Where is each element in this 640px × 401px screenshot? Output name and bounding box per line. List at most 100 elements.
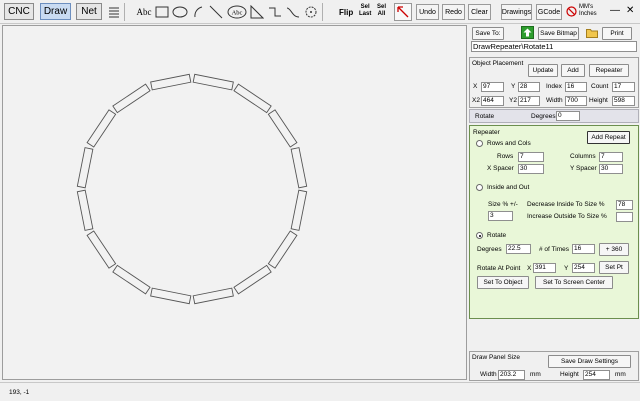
tab-cnc[interactable]: CNC [4,3,34,20]
rotate-radio[interactable] [476,232,483,239]
menu-list-icon[interactable] [106,4,122,20]
ring-segment[interactable] [150,287,192,305]
ring-segment[interactable] [76,189,94,231]
draw-panel-size-title: Draw Panel Size [472,354,521,361]
times-field[interactable]: 16 [572,244,595,254]
x2-field[interactable]: 464 [481,96,504,106]
units-toggle[interactable]: MM's Inches [566,3,604,21]
repeat-degrees-field[interactable]: 22.5 [506,244,531,254]
rows-field[interactable]: 7 [518,152,544,162]
increase-field[interactable] [616,212,633,222]
clear-button[interactable]: Clear [468,4,491,20]
folder-icon[interactable] [585,26,598,39]
ring-segment[interactable] [76,147,94,189]
rotate-at-point-label: Rotate At Point [477,265,521,272]
undo-button[interactable]: Undo [416,4,439,20]
tab-draw[interactable]: Draw [40,3,71,20]
set-to-screen-center-button[interactable]: Set To Screen Center [535,276,613,289]
object-placement-title: Object Placement [472,60,524,67]
inside-out-radio[interactable] [476,184,483,191]
x-field[interactable]: 97 [481,82,504,92]
drawing-name-field[interactable]: DrawRepeater\Rotate11 [471,41,637,52]
line-tool-icon[interactable] [208,4,224,20]
x-spacer-field[interactable]: 30 [518,164,544,174]
gear-tool-icon[interactable] [303,4,319,20]
y-spacer-field[interactable]: 30 [599,164,623,174]
rotate-y-field[interactable]: 254 [572,263,595,273]
count-field[interactable]: 17 [612,82,635,92]
add-repeat-button[interactable]: Add Repeat [587,131,630,144]
set-point-button[interactable]: Set Pt [599,261,629,274]
times-label: # of Times [539,246,569,253]
units-inches: Inches [579,11,597,17]
select-all-button[interactable]: Sel All [377,4,386,18]
text-tool-icon[interactable]: Abc [134,4,154,20]
panel-width-field[interactable]: 203.2 [498,370,525,380]
save-bitmap-button[interactable]: Save Bitmap [538,27,579,40]
flip-button[interactable]: Flip [339,8,353,17]
panel-height-label: Height [560,371,579,378]
degrees-field[interactable]: 0 [556,111,580,121]
panel-height-unit: mm [615,371,626,378]
ring-segment[interactable] [233,264,272,295]
y-label: Y [511,83,516,90]
y2-field[interactable]: 217 [518,96,540,106]
curve-tool-icon[interactable] [285,4,301,20]
drawings-button[interactable]: Drawings [501,4,532,20]
redo-button[interactable]: Redo [442,4,465,20]
polyline-tool-icon[interactable] [267,4,283,20]
ring-segment[interactable] [112,83,151,114]
rows-label: Rows [497,153,514,160]
arc-tool-icon[interactable] [190,4,206,20]
update-button[interactable]: Update [528,64,558,77]
rows-cols-radio[interactable] [476,140,483,147]
y-field[interactable]: 28 [518,82,540,92]
ring-segment[interactable] [86,109,117,148]
height-field[interactable]: 598 [612,96,635,106]
ring-segment[interactable] [290,189,308,231]
decrease-field[interactable]: 78 [616,200,633,210]
plus-360-button[interactable]: + 360 [599,243,629,256]
select-last-button[interactable]: Sel Last [359,4,371,18]
drawing-canvas[interactable] [2,25,467,380]
width-field[interactable]: 700 [565,96,587,106]
ellipse-tool-icon[interactable] [172,4,188,20]
ring-segment[interactable] [290,147,308,189]
repeater-button[interactable]: Repeater [589,64,629,77]
upload-arrow-icon[interactable] [521,26,534,39]
rectangle-tool-icon[interactable] [154,4,170,20]
ring-segment[interactable] [267,230,298,269]
x2-label: X2 [472,97,480,104]
columns-field[interactable]: 7 [599,152,623,162]
add-button[interactable]: Add [561,64,585,77]
tab-net[interactable]: Net [76,3,102,20]
size-field[interactable]: 3 [488,211,513,221]
pointer-arrow-icon[interactable] [394,3,412,21]
gcode-button[interactable]: GCode [536,4,562,20]
ring-segment[interactable] [192,73,234,91]
close-icon[interactable]: ✕ [626,5,634,16]
panel-width-unit: mm [530,371,541,378]
columns-label: Columns [570,153,596,160]
ring-segment[interactable] [233,83,272,114]
rotate-x-field[interactable]: 391 [533,263,556,273]
index-field[interactable]: 16 [565,82,587,92]
print-button[interactable]: Print [602,27,632,40]
ring-segment[interactable] [112,264,151,295]
ring-segment[interactable] [267,109,298,148]
size-label: Size % +/- [488,201,518,208]
triangle-tool-icon[interactable] [249,4,265,20]
index-label: Index [546,83,562,90]
minimize-icon[interactable]: — [610,5,620,16]
ring-segment[interactable] [192,287,234,305]
set-to-object-button[interactable]: Set To Object [477,276,529,289]
ring-segment[interactable] [86,230,117,269]
circle-text-tool-icon[interactable]: Abc [226,4,248,20]
drawing-svg [76,73,308,305]
save-draw-settings-button[interactable]: Save Draw Settings [548,355,631,368]
inside-out-label: Inside and Out [487,184,530,191]
save-to-button[interactable]: Save To: [472,27,504,40]
ring-segment[interactable] [150,73,192,91]
panel-height-field[interactable]: 254 [583,370,610,380]
toolbar-separator [124,3,125,21]
